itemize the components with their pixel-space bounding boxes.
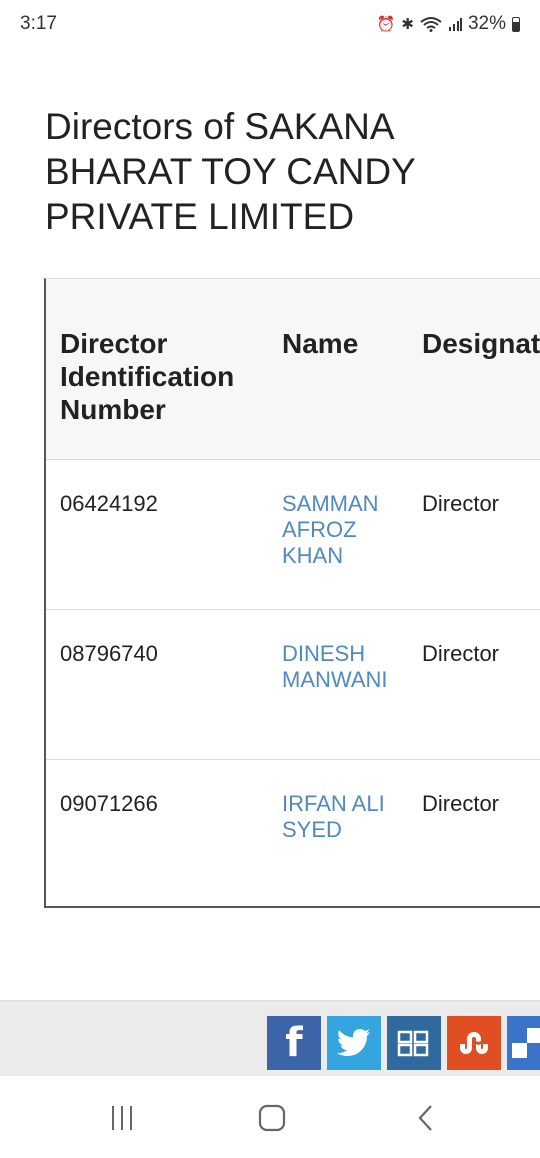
director-name-link[interactable]: IRFAN ALI SYED [282,791,385,842]
header-designation: Designatio [422,328,540,359]
header-name: Name [282,328,359,359]
table-header-row: Director Identification Number Name Desi… [46,279,540,459]
back-icon[interactable] [408,1100,444,1136]
director-name-link[interactable]: DINESH MANWANI [282,641,388,692]
stumbleupon-icon[interactable] [447,1016,501,1070]
page-title: Directors of SAKANA BHARAT TOY CANDY PRI… [45,106,416,237]
digg-icon[interactable] [387,1016,441,1070]
battery-icon [512,16,520,32]
din-cell: 06424192 [60,490,158,516]
facebook-icon[interactable]: f [267,1016,321,1070]
directors-table-container[interactable]: Director Identification Number Name Desi… [44,278,540,908]
status-time: 3:17 [20,13,57,34]
designation-cell: Director [422,790,500,816]
wifi-icon [420,17,442,32]
header-din: Director Identification Number [60,328,235,425]
din-cell: 09071266 [60,790,158,816]
alarm-icon: ⏰ [376,16,396,33]
status-icons: ⏰ ✱ 32% [377,13,520,35]
designation-cell: Director [422,640,500,666]
twitter-icon[interactable] [327,1016,381,1070]
navigation-bar [0,1076,540,1158]
status-bar: 3:17 ⏰ ✱ 32% [0,0,540,50]
signal-icon [448,18,462,31]
director-name-link[interactable]: SAMMAN AFROZ KHAN [282,491,379,568]
table-row: 06424192 SAMMAN AFROZ KHAN Director [46,459,540,609]
share-bar: f [0,1000,540,1076]
delicious-icon[interactable] [507,1016,540,1070]
table-row: 08796740 DINESH MANWANI Director [46,609,540,759]
designation-cell: Director [422,490,500,516]
directors-table: Director Identification Number Name Desi… [46,279,540,906]
din-cell: 08796740 [60,640,158,666]
home-icon[interactable] [254,1100,290,1136]
recent-apps-icon[interactable] [104,1100,140,1136]
battery-percent: 32% [467,13,506,34]
table-row: 09071266 IRFAN ALI SYED Director [46,759,540,906]
bluetooth-icon: ✱ [401,16,414,33]
